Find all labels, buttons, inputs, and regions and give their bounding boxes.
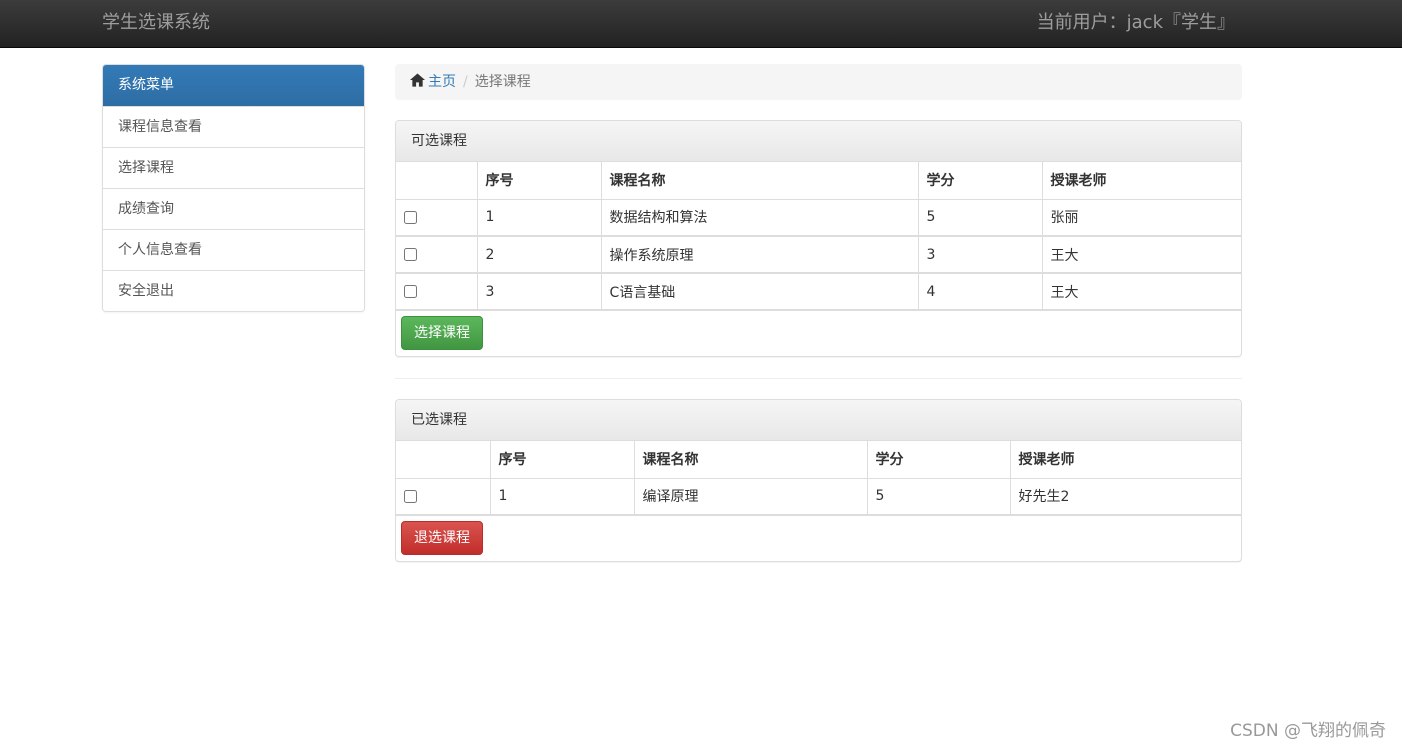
cell-no: 1 — [477, 199, 602, 237]
header-course-name: 课程名称 — [601, 162, 919, 200]
row-checkbox[interactable] — [404, 489, 417, 503]
table-row: 3 C语言基础 4 王大 — [396, 273, 1241, 311]
panel-actions: 退选课程 — [396, 516, 1241, 561]
header-no: 序号 — [477, 162, 602, 200]
cell-no: 2 — [477, 236, 602, 274]
watermark: CSDN @飞翔的佩奇 — [1230, 721, 1386, 741]
cell-credit: 3 — [918, 236, 1043, 274]
row-checkbox[interactable] — [404, 248, 417, 261]
select-course-button[interactable]: 选择课程 — [401, 316, 483, 350]
panel-title: 可选课程 — [396, 121, 1241, 162]
current-user-label: 当前用户：jack『学生』 — [1036, 12, 1235, 33]
sidebar-item-logout[interactable]: 安全退出 — [103, 270, 364, 311]
cell-credit: 5 — [867, 478, 1011, 516]
header-select — [396, 441, 491, 479]
table-header-row: 序号 课程名称 学分 授课老师 — [396, 441, 1241, 479]
header-course-name: 课程名称 — [634, 441, 868, 479]
header-teacher: 授课老师 — [1010, 441, 1241, 479]
table-row: 2 操作系统原理 3 王大 — [396, 236, 1241, 274]
breadcrumb-separator: / — [463, 74, 468, 90]
cell-teacher: 王大 — [1042, 236, 1241, 274]
app-brand[interactable]: 学生选课系统 — [102, 12, 210, 34]
selected-courses-panel: 已选课程 序号 课程名称 学分 授课老师 1 编译原理 5 好先生2 退选课程 — [395, 399, 1242, 562]
header-select — [396, 162, 478, 200]
sidebar-item-select-course[interactable]: 选择课程 — [103, 147, 364, 188]
cell-course-name: 编译原理 — [634, 478, 868, 516]
table-row: 1 编译原理 5 好先生2 — [396, 478, 1241, 516]
panel-title: 已选课程 — [396, 400, 1241, 441]
table-row: 1 数据结构和算法 5 张丽 — [396, 199, 1241, 237]
header-no: 序号 — [490, 441, 635, 479]
section-divider — [395, 378, 1242, 379]
breadcrumb-home-link[interactable]: 主页 — [428, 74, 456, 90]
available-courses-table: 序号 课程名称 学分 授课老师 1 数据结构和算法 5 张丽 2 操作系统原理 … — [396, 162, 1241, 311]
selected-courses-table: 序号 课程名称 学分 授课老师 1 编译原理 5 好先生2 — [396, 441, 1241, 516]
home-icon — [410, 73, 425, 87]
cell-no: 3 — [477, 273, 602, 311]
cell-course-name: 操作系统原理 — [601, 236, 919, 274]
cell-course-name: 数据结构和算法 — [601, 199, 919, 237]
breadcrumb-current: 选择课程 — [474, 74, 531, 90]
row-checkbox[interactable] — [404, 285, 417, 298]
top-navbar: 学生选课系统 当前用户：jack『学生』 — [0, 0, 1402, 48]
header-credit: 学分 — [918, 162, 1043, 200]
cell-teacher: 好先生2 — [1010, 478, 1241, 516]
header-teacher: 授课老师 — [1042, 162, 1241, 200]
sidebar-item-course-info[interactable]: 课程信息查看 — [103, 106, 364, 147]
cell-credit: 4 — [918, 273, 1043, 311]
sidebar-item-grades[interactable]: 成绩查询 — [103, 188, 364, 229]
cell-course-name: C语言基础 — [601, 273, 919, 311]
cell-no: 1 — [490, 478, 635, 516]
drop-course-button[interactable]: 退选课程 — [401, 521, 483, 555]
cell-credit: 5 — [918, 199, 1043, 237]
sidebar-menu: 系统菜单 课程信息查看 选择课程 成绩查询 个人信息查看 安全退出 — [102, 64, 365, 312]
sidebar-item-profile[interactable]: 个人信息查看 — [103, 229, 364, 270]
header-credit: 学分 — [867, 441, 1011, 479]
available-courses-panel: 可选课程 序号 课程名称 学分 授课老师 1 数据结构和算法 5 张丽 2 操作… — [395, 120, 1242, 357]
breadcrumb: 主页 / 选择课程 — [395, 64, 1242, 100]
cell-teacher: 张丽 — [1042, 199, 1241, 237]
sidebar-heading: 系统菜单 — [103, 65, 364, 106]
panel-actions: 选择课程 — [396, 311, 1241, 356]
cell-teacher: 王大 — [1042, 273, 1241, 311]
row-checkbox[interactable] — [404, 210, 417, 224]
table-header-row: 序号 课程名称 学分 授课老师 — [396, 162, 1241, 200]
